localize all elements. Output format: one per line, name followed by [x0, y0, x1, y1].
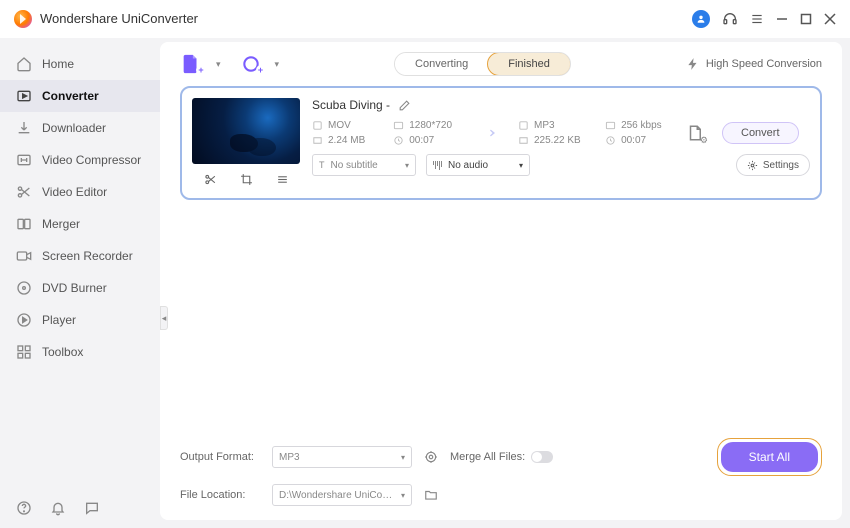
output-format-label: Output Format: [180, 451, 260, 463]
sidebar-item-player[interactable]: Player [0, 304, 160, 336]
sidebar-item-dvd[interactable]: DVD Burner [0, 272, 160, 304]
bitrate-icon [605, 120, 616, 131]
chevron-down-icon: ▾ [401, 491, 405, 500]
high-speed-toggle[interactable]: High Speed Conversion [686, 57, 822, 71]
sidebar-item-label: Video Compressor [42, 153, 141, 167]
audio-select[interactable]: No audio ▾ [426, 154, 530, 176]
bolt-icon [686, 57, 700, 71]
minimize-button[interactable] [776, 13, 788, 25]
play-icon [16, 312, 32, 328]
content-panel: + ▾ + ▾ Converting Finished High Speed C… [160, 42, 842, 520]
chevron-down-icon: ▾ [519, 161, 523, 170]
more-icon[interactable] [276, 173, 289, 186]
sidebar-item-label: Home [42, 57, 74, 71]
headset-icon[interactable] [722, 11, 738, 27]
feedback-icon[interactable] [84, 500, 100, 516]
sidebar-item-recorder[interactable]: Screen Recorder [0, 240, 160, 272]
settings-button[interactable]: Settings [736, 154, 810, 176]
sidebar-item-label: Screen Recorder [42, 249, 133, 263]
filesize-icon [312, 135, 323, 146]
tab-converting[interactable]: Converting [395, 53, 488, 75]
tab-segment: Converting Finished [394, 52, 571, 76]
close-button[interactable] [824, 13, 836, 25]
file-location-label: File Location: [180, 489, 260, 501]
recorder-icon [16, 248, 32, 264]
output-format-select[interactable]: MP3 ▾ [272, 446, 412, 468]
maximize-button[interactable] [800, 13, 812, 25]
output-settings-icon[interactable]: ⚙ [686, 124, 704, 142]
sidebar-item-label: Converter [42, 89, 99, 103]
help-icon[interactable] [16, 500, 32, 516]
format-icon [518, 120, 529, 131]
sidebar-item-home[interactable]: Home [0, 48, 160, 80]
sidebar-item-editor[interactable]: Video Editor [0, 176, 160, 208]
sidebar-item-label: Player [42, 313, 76, 327]
compressor-icon [16, 152, 32, 168]
sidebar-item-downloader[interactable]: Downloader [0, 112, 160, 144]
sidebar-item-compressor[interactable]: Video Compressor [0, 144, 160, 176]
gear-icon [747, 160, 758, 171]
arrow-right-icon [480, 123, 500, 143]
target-icon[interactable] [424, 450, 438, 464]
crop-icon[interactable] [240, 173, 253, 186]
trim-icon[interactable] [204, 173, 217, 186]
video-thumbnail[interactable] [192, 98, 300, 164]
user-badge[interactable] [692, 10, 710, 28]
audio-bars-icon [433, 161, 442, 170]
file-name: Scuba Diving - [312, 98, 390, 112]
download-icon [16, 120, 32, 136]
disc-icon [16, 280, 32, 296]
add-file-button[interactable]: + ▾ [180, 53, 221, 75]
chevron-down-icon: ▾ [216, 59, 221, 70]
file-location-select[interactable]: D:\Wondershare UniConverter ▾ [272, 484, 412, 506]
open-folder-icon[interactable] [424, 488, 438, 502]
chevron-down-icon: ▾ [401, 453, 405, 462]
sidebar-item-label: DVD Burner [42, 281, 107, 295]
add-folder-button[interactable]: + ▾ [241, 54, 280, 74]
sidebar-item-label: Toolbox [42, 345, 83, 359]
footer: Output Format: MP3 ▾ Merge All Files: St… [160, 428, 842, 520]
sidebar-item-merger[interactable]: Merger [0, 208, 160, 240]
filesize-icon [518, 135, 529, 146]
source-spec: MOV 1280*720 2.24 MB 00:07 [312, 120, 462, 146]
chevron-down-icon: ▾ [275, 59, 280, 70]
format-icon [312, 120, 323, 131]
subtitle-select[interactable]: T No subtitle ▾ [312, 154, 416, 176]
sidebar-item-label: Merger [42, 217, 80, 231]
app-title: Wondershare UniConverter [40, 11, 198, 26]
sidebar-item-converter[interactable]: Converter [0, 80, 160, 112]
sidebar-item-label: Video Editor [42, 185, 107, 199]
scissors-icon [16, 184, 32, 200]
grid-icon [16, 344, 32, 360]
merge-toggle[interactable] [531, 451, 553, 463]
resolution-icon [393, 120, 404, 131]
converter-icon [16, 88, 32, 104]
app-logo [14, 10, 32, 28]
duration-icon [605, 135, 616, 146]
sidebar: Home Converter Downloader Video Compress… [0, 38, 160, 528]
chevron-down-icon: ▾ [405, 161, 409, 170]
tab-finished[interactable]: Finished [487, 52, 571, 76]
sidebar-item-label: Downloader [42, 121, 106, 135]
high-speed-label: High Speed Conversion [706, 58, 822, 70]
sidebar-item-toolbox[interactable]: Toolbox [0, 336, 160, 368]
convert-button[interactable]: Convert [722, 122, 799, 144]
target-spec: MP3 256 kbps 225.22 KB 00:07 [518, 120, 668, 146]
merge-label: Merge All Files: [450, 451, 525, 463]
rename-icon[interactable] [398, 99, 411, 112]
titlebar: Wondershare UniConverter [0, 0, 850, 38]
file-card: Scuba Diving - MOV 1280*720 2.24 MB 00:0… [180, 86, 822, 200]
menu-icon[interactable] [750, 12, 764, 26]
merger-icon [16, 216, 32, 232]
start-all-button[interactable]: Start All [721, 442, 818, 472]
duration-icon [393, 135, 404, 146]
subtitle-icon: T [319, 160, 325, 170]
bell-icon[interactable] [50, 500, 66, 516]
sidebar-collapse-handle[interactable]: ◂ [160, 306, 168, 330]
home-icon [16, 56, 32, 72]
